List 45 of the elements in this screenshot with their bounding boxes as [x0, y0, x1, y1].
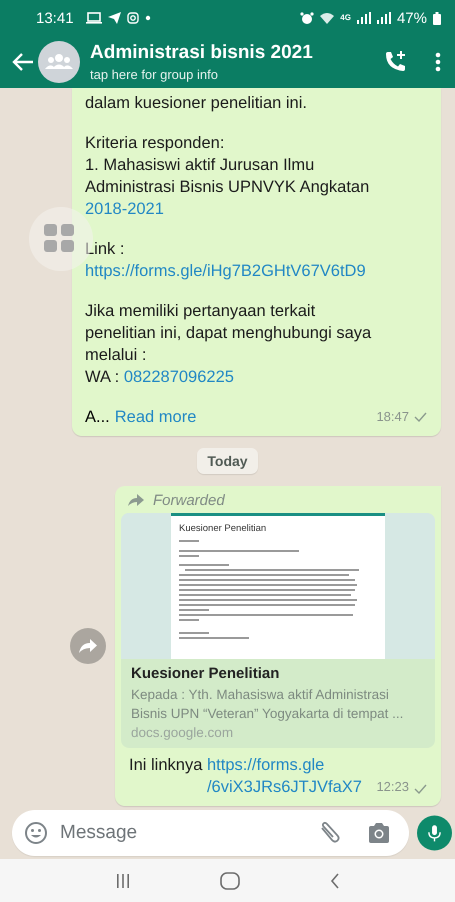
- preview-title: Kuesioner Penelitian: [131, 665, 280, 682]
- forwarded-label: Forwarded: [153, 492, 225, 510]
- message-link[interactable]: https://forms.gle/iHg7B2GHtV67V6tD9: [85, 262, 366, 280]
- message-text: Ini linknya https://forms.gle /6viX3JRs6JTJVfaX7: [129, 754, 363, 798]
- back-icon[interactable]: [330, 872, 340, 889]
- date-chip: Today: [197, 448, 258, 474]
- alarm-clock-icon: [300, 12, 314, 25]
- group-avatar-icon[interactable]: [38, 41, 80, 84]
- preview-description: Kepada : Yth. Mahasiswa aktif Administrasi Bisnis UPN “Veteran” Yogyakarta di tempat ...: [131, 686, 404, 724]
- clock-time: 13:41: [36, 10, 74, 27]
- link-preview-card[interactable]: Kuesioner Penelitian Kuesioner Penelitian Kepada : Yth. Mahasiswa aktif Administrasi Bisnis UPN “Veteran” Yogyakarta di tempat ... docs.google.com: [121, 513, 435, 748]
- group-title[interactable]: Administrasi bisnis 2021: [90, 42, 379, 64]
- menu-icon[interactable]: [435, 52, 441, 72]
- dot-icon: [144, 15, 151, 22]
- battery-percent: 47%: [396, 10, 427, 27]
- preview-domain: docs.google.com: [131, 725, 234, 740]
- signal-icon: [356, 12, 371, 24]
- message-link[interactable]: https://forms.gle /6viX3JRs6JTJVfaX7: [206, 754, 362, 798]
- message-text: Kriteria responden: 1. Mahasiswi aktif Jurusan Ilmu Administrasi Bisnis UPNVYK Angkatan 2018-2021: [85, 133, 370, 220]
- read-more-link[interactable]: Read more: [114, 406, 196, 428]
- signal-icon: [376, 12, 391, 24]
- message-field[interactable]: Message: [58, 820, 307, 845]
- forward-arrow-icon: [127, 494, 145, 508]
- message-time: 18:47: [376, 408, 409, 426]
- message-time: 12:23: [376, 779, 409, 794]
- message-link[interactable]: 2018-2021: [85, 200, 164, 218]
- recent-apps-icon[interactable]: [114, 872, 131, 889]
- message-text: Jika memiliki pertanyaan terkait penelitian ini, dapat menghubungi saya melalui : WA : 082287096225: [85, 301, 372, 388]
- network-type: 4G: [340, 14, 351, 22]
- wifi-icon: [320, 12, 334, 24]
- message-link[interactable]: 082287096225: [124, 368, 234, 386]
- home-icon[interactable]: [220, 872, 240, 890]
- document-title: Kuesioner Penelitian: [179, 523, 268, 534]
- message-text: dalam kuesioner penelitian ini.: [85, 93, 308, 114]
- camera-icon[interactable]: [367, 822, 391, 844]
- paper-plane-icon: [108, 12, 121, 24]
- camera-outline-icon: [126, 12, 139, 24]
- emoji-icon[interactable]: [24, 820, 48, 845]
- message-bar[interactable]: Message: [12, 810, 409, 856]
- truncated-text: A...: [85, 407, 110, 428]
- group-info-hint[interactable]: tap here for group info: [90, 67, 379, 82]
- battery-icon: [433, 12, 441, 25]
- back-arrow-icon[interactable]: [12, 53, 34, 72]
- message-text: Link : https://forms.gle/iHg7B2GHtV67V6tD9: [85, 239, 367, 282]
- laptop-icon: [86, 12, 102, 24]
